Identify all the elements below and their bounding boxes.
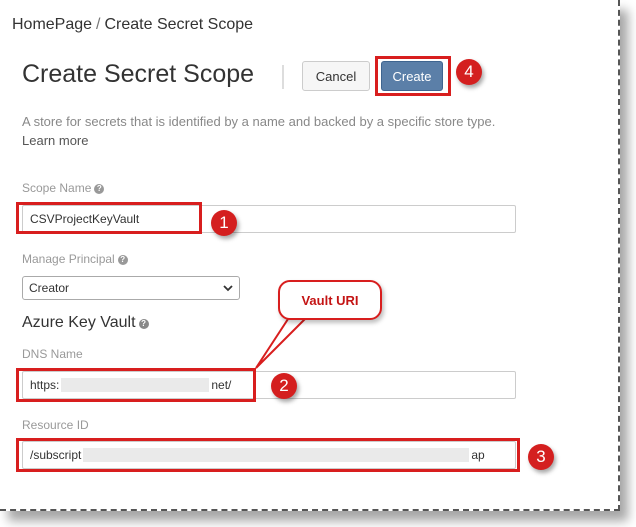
- scope-name-label-text: Scope Name: [22, 181, 92, 195]
- manage-principal-label-text: Manage Principal: [22, 252, 115, 266]
- dns-name-label: DNS Name: [22, 347, 83, 361]
- highlight-resource-id: [16, 438, 520, 472]
- breadcrumb-separator: /: [96, 16, 101, 33]
- step-badge-2: 2: [271, 373, 297, 399]
- highlight-create-button: [375, 56, 451, 96]
- highlight-scope-name: [16, 202, 202, 234]
- manage-principal-select[interactable]: Creator: [22, 276, 240, 300]
- highlight-dns-name: [16, 368, 256, 402]
- help-icon: ?: [138, 319, 149, 329]
- screenshot-frame: HomePage / Create Secret Scope Create Secr…: [0, 0, 620, 511]
- azure-section-title-text: Azure Key Vault: [22, 314, 136, 331]
- callout-pointer: [255, 315, 311, 369]
- scope-name-label: Scope Name?: [22, 181, 105, 195]
- page-title: Create Secret Scope: [22, 60, 255, 88]
- chevron-down-icon: [223, 284, 233, 291]
- description-text: A store for secrets that is identified b…: [22, 114, 496, 129]
- help-icon: ?: [117, 255, 128, 265]
- azure-key-vault-heading: Azure Key Vault?: [22, 314, 149, 332]
- resource-id-label: Resource ID: [22, 418, 89, 432]
- vault-uri-callout: Vault URI: [278, 280, 382, 320]
- help-icon: ?: [94, 184, 105, 194]
- step-badge-1: 1: [211, 210, 237, 236]
- breadcrumb: HomePage / Create Secret Scope: [12, 16, 253, 34]
- manage-principal-value: Creator: [29, 281, 70, 295]
- learn-more-link[interactable]: Learn more: [22, 133, 88, 148]
- breadcrumb-current: Create Secret Scope: [104, 16, 254, 33]
- title-divider: [282, 65, 284, 89]
- step-badge-3: 3: [528, 444, 554, 470]
- breadcrumb-home-link[interactable]: HomePage: [12, 16, 92, 33]
- manage-principal-label: Manage Principal?: [22, 252, 128, 266]
- description: A store for secrets that is identified b…: [22, 112, 522, 150]
- cancel-button[interactable]: Cancel: [302, 61, 370, 91]
- step-badge-4: 4: [456, 59, 482, 85]
